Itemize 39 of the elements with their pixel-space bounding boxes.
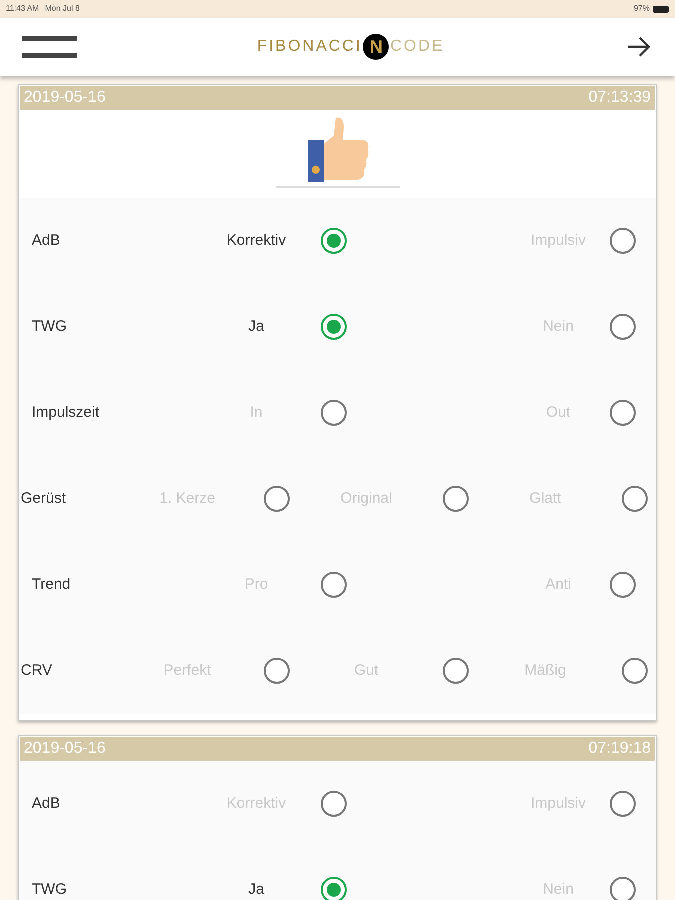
criterion-label: Gerüst	[21, 488, 68, 509]
radio-button[interactable]	[610, 228, 636, 254]
radio-button[interactable]	[610, 400, 636, 426]
entry-date: 2019-05-16	[24, 88, 106, 108]
criterion-label: TWG	[32, 316, 68, 337]
status-date: Mon Jul 8	[45, 3, 80, 15]
radio-button[interactable]	[610, 791, 636, 817]
criterion-label: AdB	[32, 230, 62, 251]
menu-icon[interactable]	[22, 36, 77, 58]
radio-button[interactable]	[321, 228, 347, 254]
app-logo: FIBONACCI N CODE	[77, 34, 625, 60]
battery-level: 97%	[634, 3, 650, 15]
option-label: Ja	[248, 880, 266, 900]
radio-button[interactable]	[321, 791, 347, 817]
option-label: Korrektiv	[226, 230, 288, 251]
radio-button[interactable]	[610, 572, 636, 598]
radio-button[interactable]	[443, 486, 469, 512]
option-label: Ja	[248, 316, 266, 337]
criterion-label: AdB	[32, 794, 62, 814]
radio-button[interactable]	[321, 400, 347, 426]
radio-button[interactable]	[264, 658, 290, 684]
status-time: 11:43 AM	[6, 3, 40, 15]
radio-button[interactable]	[321, 572, 347, 598]
entry-time: 07:13:39	[588, 88, 651, 108]
radio-button[interactable]	[622, 658, 648, 684]
radio-button[interactable]	[321, 877, 347, 900]
radio-button[interactable]	[622, 486, 648, 512]
criterion-label: TWG	[32, 880, 68, 900]
radio-button[interactable]	[610, 314, 636, 340]
radio-button[interactable]	[264, 486, 290, 512]
radio-button[interactable]	[321, 314, 347, 340]
criterion-label: Trend	[32, 574, 72, 595]
criterion-label: CRV	[21, 660, 54, 681]
radio-button[interactable]	[443, 658, 469, 684]
radio-button[interactable]	[610, 877, 636, 900]
entry-time: 07:19:18	[588, 739, 651, 759]
battery-icon	[653, 6, 669, 12]
entry-date: 2019-05-16	[24, 739, 106, 759]
criterion-label: Impulszeit	[32, 402, 101, 423]
